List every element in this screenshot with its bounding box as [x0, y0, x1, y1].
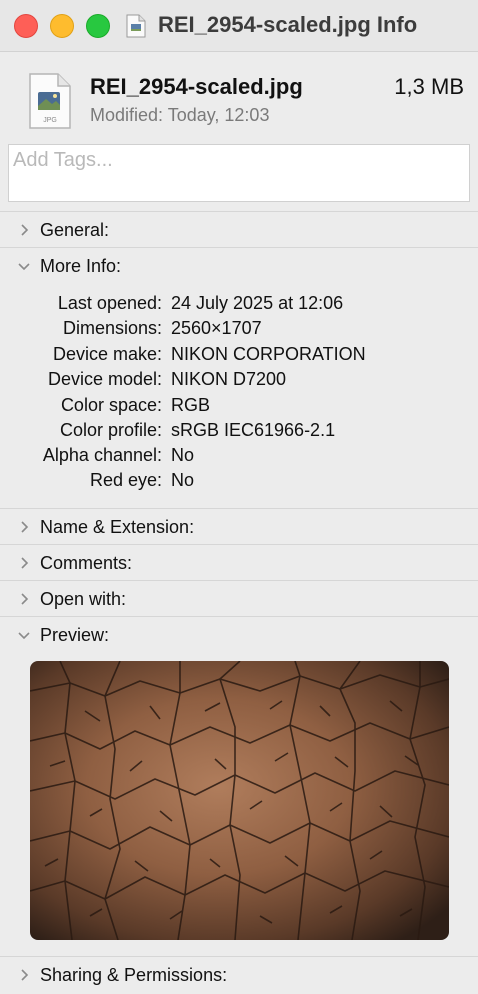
modified-date: Modified: Today, 12:03 — [90, 105, 270, 125]
section-label: Sharing & Permissions: — [40, 965, 228, 985]
info-key: Dimensions: — [62, 318, 162, 338]
section-label: Preview: — [40, 625, 110, 645]
info-value: No — [171, 470, 195, 490]
section-preview[interactable]: Preview: — [0, 616, 478, 652]
info-key: Color space: — [60, 395, 162, 415]
section-general[interactable]: General: — [0, 211, 478, 247]
info-value: sRGB IEC61966-2.1 — [171, 420, 336, 440]
section-label: Comments: — [40, 553, 133, 573]
cracked-earth-photo — [30, 661, 449, 940]
zoom-window-button[interactable] — [86, 14, 110, 38]
title-bar: REI_2954-scaled.jpg Info — [0, 0, 478, 52]
chevron-right-icon[interactable] — [18, 969, 30, 981]
svg-text:JPG: JPG — [43, 117, 57, 124]
info-row-dimensions: Dimensions: 2560×1707 — [0, 318, 478, 342]
info-value: RGB — [171, 395, 211, 415]
info-value: No — [171, 445, 195, 465]
section-label: Name & Extension: — [40, 517, 195, 537]
info-value: 2560×1707 — [171, 318, 262, 338]
window-title: REI_2954-scaled.jpg Info — [158, 12, 418, 37]
section-open-with[interactable]: Open with: — [0, 580, 478, 616]
chevron-down-icon[interactable] — [18, 629, 30, 641]
info-row-color-space: Color space: RGB — [0, 395, 478, 419]
info-value: NIKON CORPORATION — [171, 344, 366, 364]
section-more-info[interactable]: More Info: — [0, 247, 478, 283]
tags-input[interactable]: Add Tags... — [8, 144, 470, 202]
info-row-color-profile: Color profile: sRGB IEC61966-2.1 — [0, 420, 478, 444]
info-value: NIKON D7200 — [171, 369, 287, 389]
chevron-down-icon[interactable] — [18, 260, 30, 272]
section-label: General: — [40, 220, 110, 240]
section-label: More Info: — [40, 256, 122, 276]
minimize-window-button[interactable] — [50, 14, 74, 38]
info-key: Red eye: — [89, 470, 162, 490]
file-header: JPG REI_2954-scaled.jpg 1,3 MB Modified:… — [0, 52, 478, 142]
info-row-red-eye: Red eye: No — [0, 470, 478, 494]
section-label: Open with: — [40, 589, 127, 609]
chevron-right-icon[interactable] — [18, 557, 30, 569]
section-name-extension[interactable]: Name & Extension: — [0, 508, 478, 544]
file-name: REI_2954-scaled.jpg — [90, 74, 303, 99]
chevron-right-icon[interactable] — [18, 593, 30, 605]
close-window-button[interactable] — [14, 14, 38, 38]
image-preview — [30, 661, 449, 940]
info-key: Color profile: — [59, 420, 162, 440]
info-key: Device make: — [52, 344, 162, 364]
file-size: 1,3 MB — [394, 74, 464, 99]
info-key: Last opened: — [57, 293, 162, 313]
section-sharing-permissions[interactable]: Sharing & Permissions: — [0, 956, 478, 992]
info-key: Alpha channel: — [42, 445, 162, 465]
info-row-last-opened: Last opened: 24 July 2025 at 12:06 — [0, 293, 478, 317]
jpg-file-icon: JPG — [29, 73, 71, 129]
section-comments[interactable]: Comments: — [0, 544, 478, 580]
info-value: 24 July 2025 at 12:06 — [171, 293, 344, 313]
jpg-file-icon — [126, 14, 146, 38]
chevron-right-icon[interactable] — [18, 521, 30, 533]
info-row-alpha-channel: Alpha channel: No — [0, 445, 478, 469]
info-row-device-model: Device model: NIKON D7200 — [0, 369, 478, 393]
chevron-right-icon[interactable] — [18, 224, 30, 236]
info-key: Device model: — [47, 369, 162, 389]
info-row-device-make: Device make: NIKON CORPORATION — [0, 344, 478, 368]
